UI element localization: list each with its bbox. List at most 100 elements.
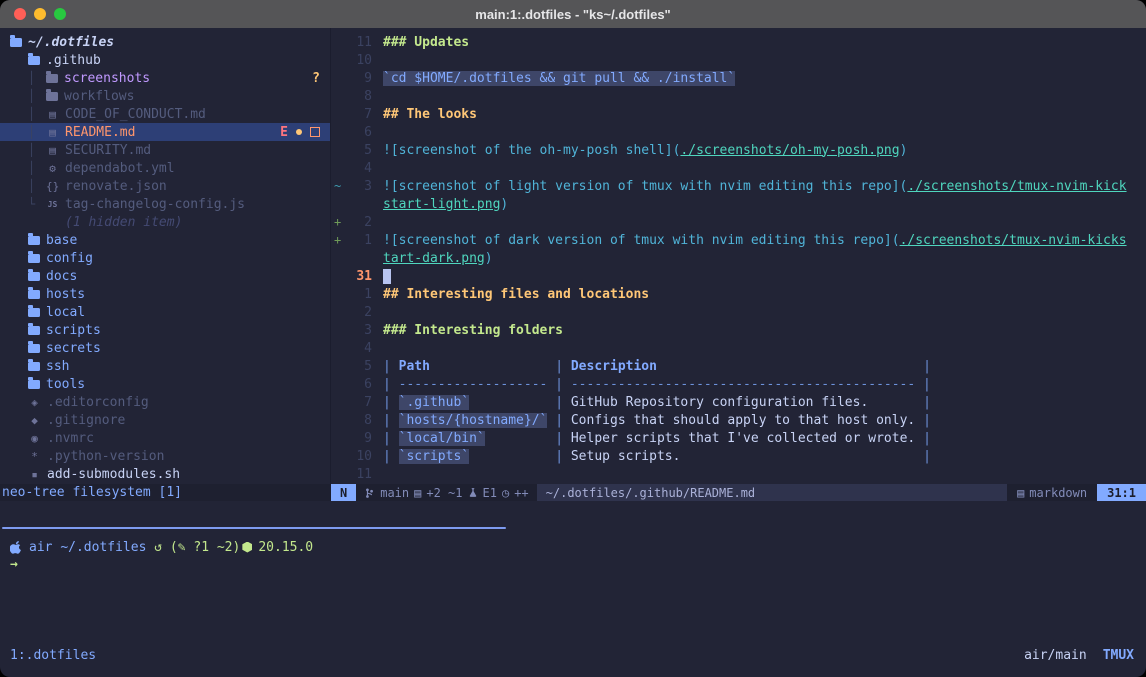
line-text: `cd $HOME/.dotfiles && git pull && ./ins…: [383, 71, 735, 86]
editor-line[interactable]: 2: [331, 303, 1146, 321]
editor-line[interactable]: 7| `.github` | GitHub Repository configu…: [331, 393, 1146, 411]
line-text: ![screenshot of light version of tmux wi…: [383, 179, 1127, 194]
tree-item-label: .github: [46, 53, 101, 68]
line-number: 5: [348, 143, 372, 158]
nvim-command-line[interactable]: [0, 501, 1146, 527]
editor-line[interactable]: 4: [331, 339, 1146, 357]
tree-item-docs[interactable]: docs: [0, 267, 330, 285]
tree-item-dependabot-yml[interactable]: │⚙dependabot.yml: [0, 159, 330, 177]
editor-line[interactable]: +2: [331, 213, 1146, 231]
tree-guide: │: [28, 71, 46, 85]
editor-line[interactable]: 9`cd $HOME/.dotfiles && git pull && ./in…: [331, 69, 1146, 87]
tree-item-label: ~/.dotfiles: [28, 35, 114, 50]
editor-line[interactable]: 7## The looks: [331, 105, 1146, 123]
clock-icon: ◷: [502, 486, 509, 500]
tree-item-add-submodules-sh[interactable]: ▪add-submodules.sh: [0, 465, 330, 483]
folder-open-icon: [10, 38, 22, 47]
line-text: start-light.png): [383, 197, 508, 212]
tree-item-renovate-json[interactable]: │{}renovate.json: [0, 177, 330, 195]
editor-line[interactable]: 11### Updates: [331, 33, 1146, 51]
folder-icon: [28, 290, 40, 299]
minimize-button[interactable]: [34, 8, 46, 20]
md-icon: ▤: [46, 108, 59, 121]
tree-item-readme-md[interactable]: │▤README.mdE: [0, 123, 330, 141]
tree-item-label: tools: [46, 377, 85, 392]
window-title: main:1:.dotfiles - "ks~/.dotfiles": [475, 7, 670, 22]
window-controls: [14, 8, 66, 20]
tree-item-label: dependabot.yml: [65, 161, 175, 176]
editor-line[interactable]: 31: [331, 267, 1146, 285]
tree-item-gitignore[interactable]: ◆.gitignore: [0, 411, 330, 429]
editor-line[interactable]: 1## Interesting files and locations: [331, 285, 1146, 303]
folder-icon: [46, 92, 58, 101]
line-number: 10: [348, 53, 372, 68]
folder-icon: [28, 272, 40, 281]
tree-item-1-hidden-item[interactable]: (1 hidden item): [0, 213, 330, 231]
tree-item-workflows[interactable]: │workflows: [0, 87, 330, 105]
tmux-window-tab[interactable]: 1:.dotfiles: [10, 648, 96, 663]
tree-item-nvmrc[interactable]: ◉ .nvmrc: [0, 429, 330, 447]
editor-line[interactable]: 9| `local/bin` | Helper scripts that I'v…: [331, 429, 1146, 447]
tree-item-label: screenshots: [64, 71, 150, 86]
cursor-position: 31:1: [1097, 484, 1146, 501]
editor-line[interactable]: 10| `scripts` | Setup scripts. |: [331, 447, 1146, 465]
line-text: tart-dark.png): [383, 251, 493, 266]
editor-line[interactable]: 11: [331, 465, 1146, 483]
nvim-statusline: N main ▤ +2 ~1 E1 ◷ ++ ~/.dotfiles/.gith…: [331, 484, 1146, 501]
tree-item-config[interactable]: config: [0, 249, 330, 267]
tmux-pane-divider[interactable]: [2, 527, 506, 529]
tree-item-label: .nvmrc: [47, 431, 94, 446]
terminal-window: main:1:.dotfiles - "ks~/.dotfiles" ~/.do…: [0, 0, 1146, 677]
tree-guide: └: [28, 197, 46, 211]
editor-line[interactable]: 10: [331, 51, 1146, 69]
tree-item-hosts[interactable]: hosts: [0, 285, 330, 303]
tmux-top-pane: ~/.dotfiles.github│screenshots?│workflow…: [0, 28, 1146, 501]
editor-line[interactable]: 5![screenshot of the oh-my-posh shell](.…: [331, 141, 1146, 159]
file-tree[interactable]: ~/.dotfiles.github│screenshots?│workflow…: [0, 28, 330, 484]
shell-pane[interactable]: air ~/.dotfiles ↺ (✎ ?1 ~2) 20.15.0 →: [0, 530, 1146, 648]
editor-line[interactable]: 3### Interesting folders: [331, 321, 1146, 339]
editor-line[interactable]: ~3![screenshot of light version of tmux …: [331, 177, 1146, 195]
tree-guide: │: [28, 107, 46, 121]
editor-line[interactable]: 5| Path | Description |: [331, 357, 1146, 375]
line-text: | ------------------- | ----------------…: [383, 377, 931, 392]
editor-line[interactable]: 6: [331, 123, 1146, 141]
editor-line[interactable]: +1![screenshot of dark version of tmux w…: [331, 231, 1146, 249]
tree-item-editorconfig[interactable]: ◈.editorconfig: [0, 393, 330, 411]
line-number: 4: [348, 341, 372, 356]
folder-icon: [28, 254, 40, 263]
nvm-icon: ◉: [28, 432, 41, 445]
tree-item-screenshots[interactable]: │screenshots?: [0, 69, 330, 87]
editor-line[interactable]: 4: [331, 159, 1146, 177]
text-cursor: [383, 269, 391, 284]
close-button[interactable]: [14, 8, 26, 20]
editor-line[interactable]: start-light.png): [331, 195, 1146, 213]
tree-item-python-version[interactable]: *.python-version: [0, 447, 330, 465]
editor-buffer[interactable]: 11### Updates 109`cd $HOME/.dotfiles && g…: [331, 28, 1146, 484]
tree-item-code-of-conduct-md[interactable]: │▤CODE_OF_CONDUCT.md: [0, 105, 330, 123]
editor-line[interactable]: tart-dark.png): [331, 249, 1146, 267]
badge-b-dot: [296, 129, 302, 135]
titlebar: main:1:.dotfiles - "ks~/.dotfiles": [0, 0, 1146, 28]
tree-item-base[interactable]: base: [0, 231, 330, 249]
line-text: | `scripts` | Setup scripts. |: [383, 449, 931, 464]
editor-line[interactable]: 6| ------------------- | ---------------…: [331, 375, 1146, 393]
editor-line[interactable]: 8| `hosts/{hostname}/` | Configs that sh…: [331, 411, 1146, 429]
fullscreen-button[interactable]: [54, 8, 66, 20]
tree-item-local[interactable]: local: [0, 303, 330, 321]
tree-guide: │: [28, 89, 46, 103]
line-number: 3: [348, 323, 372, 338]
tree-item-tools[interactable]: tools: [0, 375, 330, 393]
editor-line[interactable]: 8: [331, 87, 1146, 105]
tree-item-github[interactable]: .github: [0, 51, 330, 69]
tree-item-dotfiles[interactable]: ~/.dotfiles: [0, 33, 330, 51]
line-text: ![screenshot of dark version of tmux wit…: [383, 233, 1127, 248]
tree-item-security-md[interactable]: │▤SECURITY.md: [0, 141, 330, 159]
tree-item-secrets[interactable]: secrets: [0, 339, 330, 357]
git-branch-name: main: [380, 486, 409, 500]
tree-item-ssh[interactable]: ssh: [0, 357, 330, 375]
tree-item-scripts[interactable]: scripts: [0, 321, 330, 339]
folder-icon: [28, 380, 40, 389]
folder-icon: [46, 74, 58, 83]
tree-item-tag-changelog-config-js[interactable]: └JStag-changelog-config.js: [0, 195, 330, 213]
